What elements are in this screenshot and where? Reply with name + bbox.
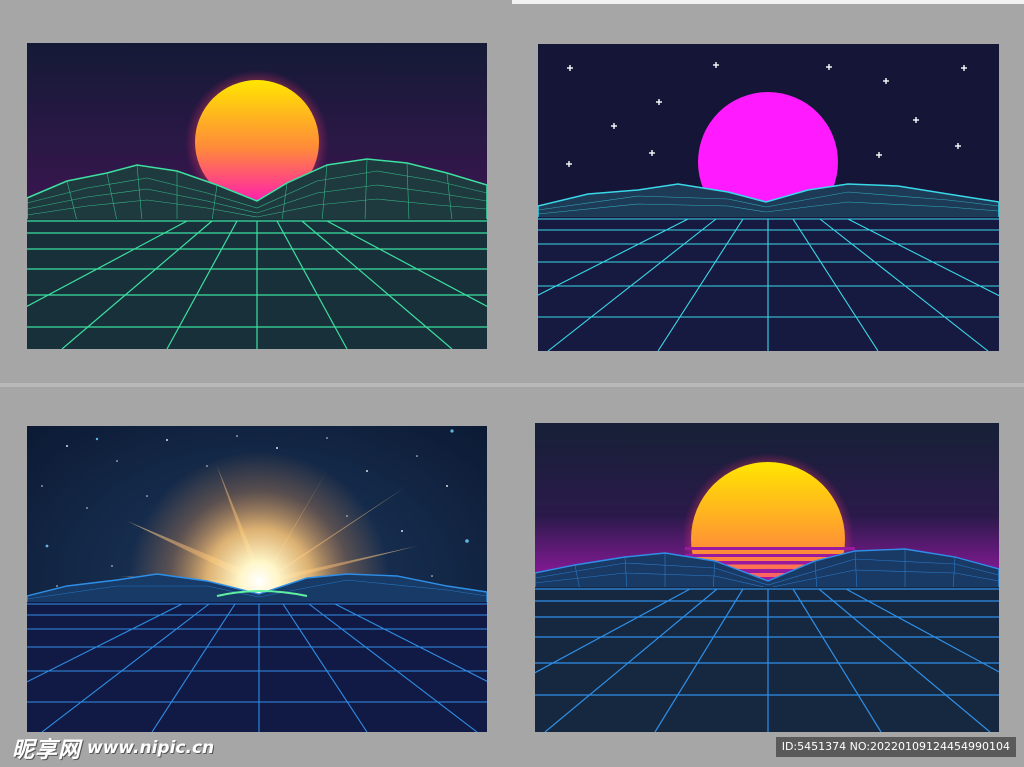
watermark-brand: 昵享网 [12,738,82,763]
watermark-url: www.nipic.cn [87,738,215,758]
image-id-label: ID:5451374 NO:20220109124454990104 [775,737,1016,757]
panel-striped-sun [535,423,999,732]
row-divider [0,383,1024,387]
top-white-band [512,0,1024,4]
synthwave-sunset-illustration [27,43,487,349]
striped-sun-illustration [535,423,999,732]
site-watermark: 昵享网 www.nipic.cn [12,734,215,763]
panel-sunset-green-wireframe [27,43,487,349]
panel-sunburst-space [27,426,487,732]
space-sunburst-illustration [27,426,487,732]
magenta-sun-illustration [538,44,999,351]
panel-magenta-sun-stars [538,44,999,351]
